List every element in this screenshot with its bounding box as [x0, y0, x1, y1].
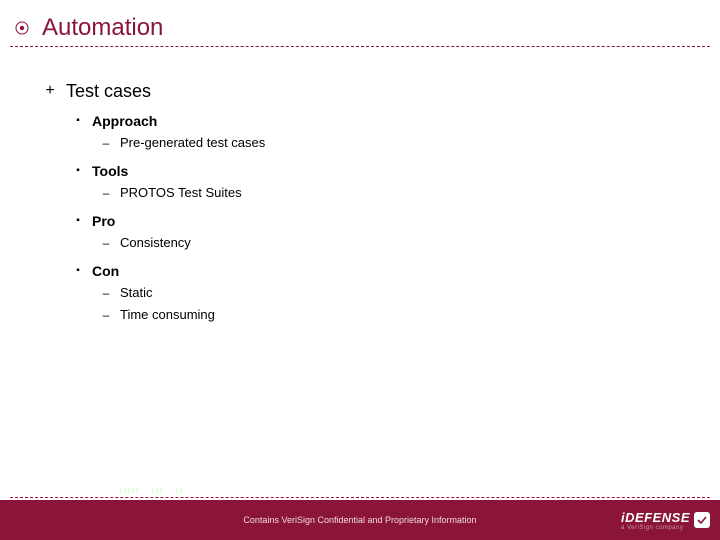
- list-item: – Time consuming: [100, 306, 690, 324]
- dash-icon: –: [100, 284, 112, 302]
- title-divider: [10, 46, 710, 47]
- square-bullet-icon: ▪: [72, 262, 84, 280]
- list-item: – PROTOS Test Suites: [100, 184, 690, 202]
- dash-icon: –: [100, 184, 112, 202]
- dash-icon: –: [100, 134, 112, 152]
- idefense-logo: iDEFENSE a VeriSign company: [580, 504, 710, 536]
- l1-text: Test cases: [66, 80, 151, 102]
- logo-subtext: a VeriSign company: [621, 525, 690, 531]
- list-item: ▪ Con: [72, 262, 690, 280]
- logo-text: iDEFENSE: [621, 510, 690, 525]
- check-badge-icon: [694, 512, 710, 528]
- l2-text: Approach: [92, 112, 157, 130]
- decorative-ticks: [120, 488, 380, 496]
- list-item: ▪ Pro: [72, 212, 690, 230]
- footer-bar: Contains VeriSign Confidential and Propr…: [0, 500, 720, 540]
- footer-divider: [10, 497, 710, 498]
- content-area: + Test cases ▪ Approach – Pre-generated …: [42, 80, 690, 326]
- l3-text: Time consuming: [120, 306, 215, 324]
- square-bullet-icon: ▪: [72, 112, 84, 130]
- dash-icon: –: [100, 234, 112, 252]
- l2-text: Con: [92, 262, 119, 280]
- dash-icon: –: [100, 306, 112, 324]
- title-row: Automation: [0, 14, 720, 42]
- square-bullet-icon: ▪: [72, 212, 84, 230]
- l3-text: Pre-generated test cases: [120, 134, 265, 152]
- slide: Automation + Test cases ▪ Approach – Pre…: [0, 0, 720, 540]
- l3-text: Consistency: [120, 234, 191, 252]
- list-item: – Pre-generated test cases: [100, 134, 690, 152]
- l2-text: Pro: [92, 212, 115, 230]
- list-item: – Static: [100, 284, 690, 302]
- l3-text: Static: [120, 284, 153, 302]
- list-item: + Test cases: [42, 80, 690, 102]
- l3-text: PROTOS Test Suites: [120, 184, 242, 202]
- plus-icon: +: [42, 80, 58, 102]
- list-item: ▪ Approach: [72, 112, 690, 130]
- slide-title: Automation: [42, 14, 163, 42]
- list-item: ▪ Tools: [72, 162, 690, 180]
- l2-text: Tools: [92, 162, 128, 180]
- target-icon: [12, 18, 32, 38]
- square-bullet-icon: ▪: [72, 162, 84, 180]
- list-item: – Consistency: [100, 234, 690, 252]
